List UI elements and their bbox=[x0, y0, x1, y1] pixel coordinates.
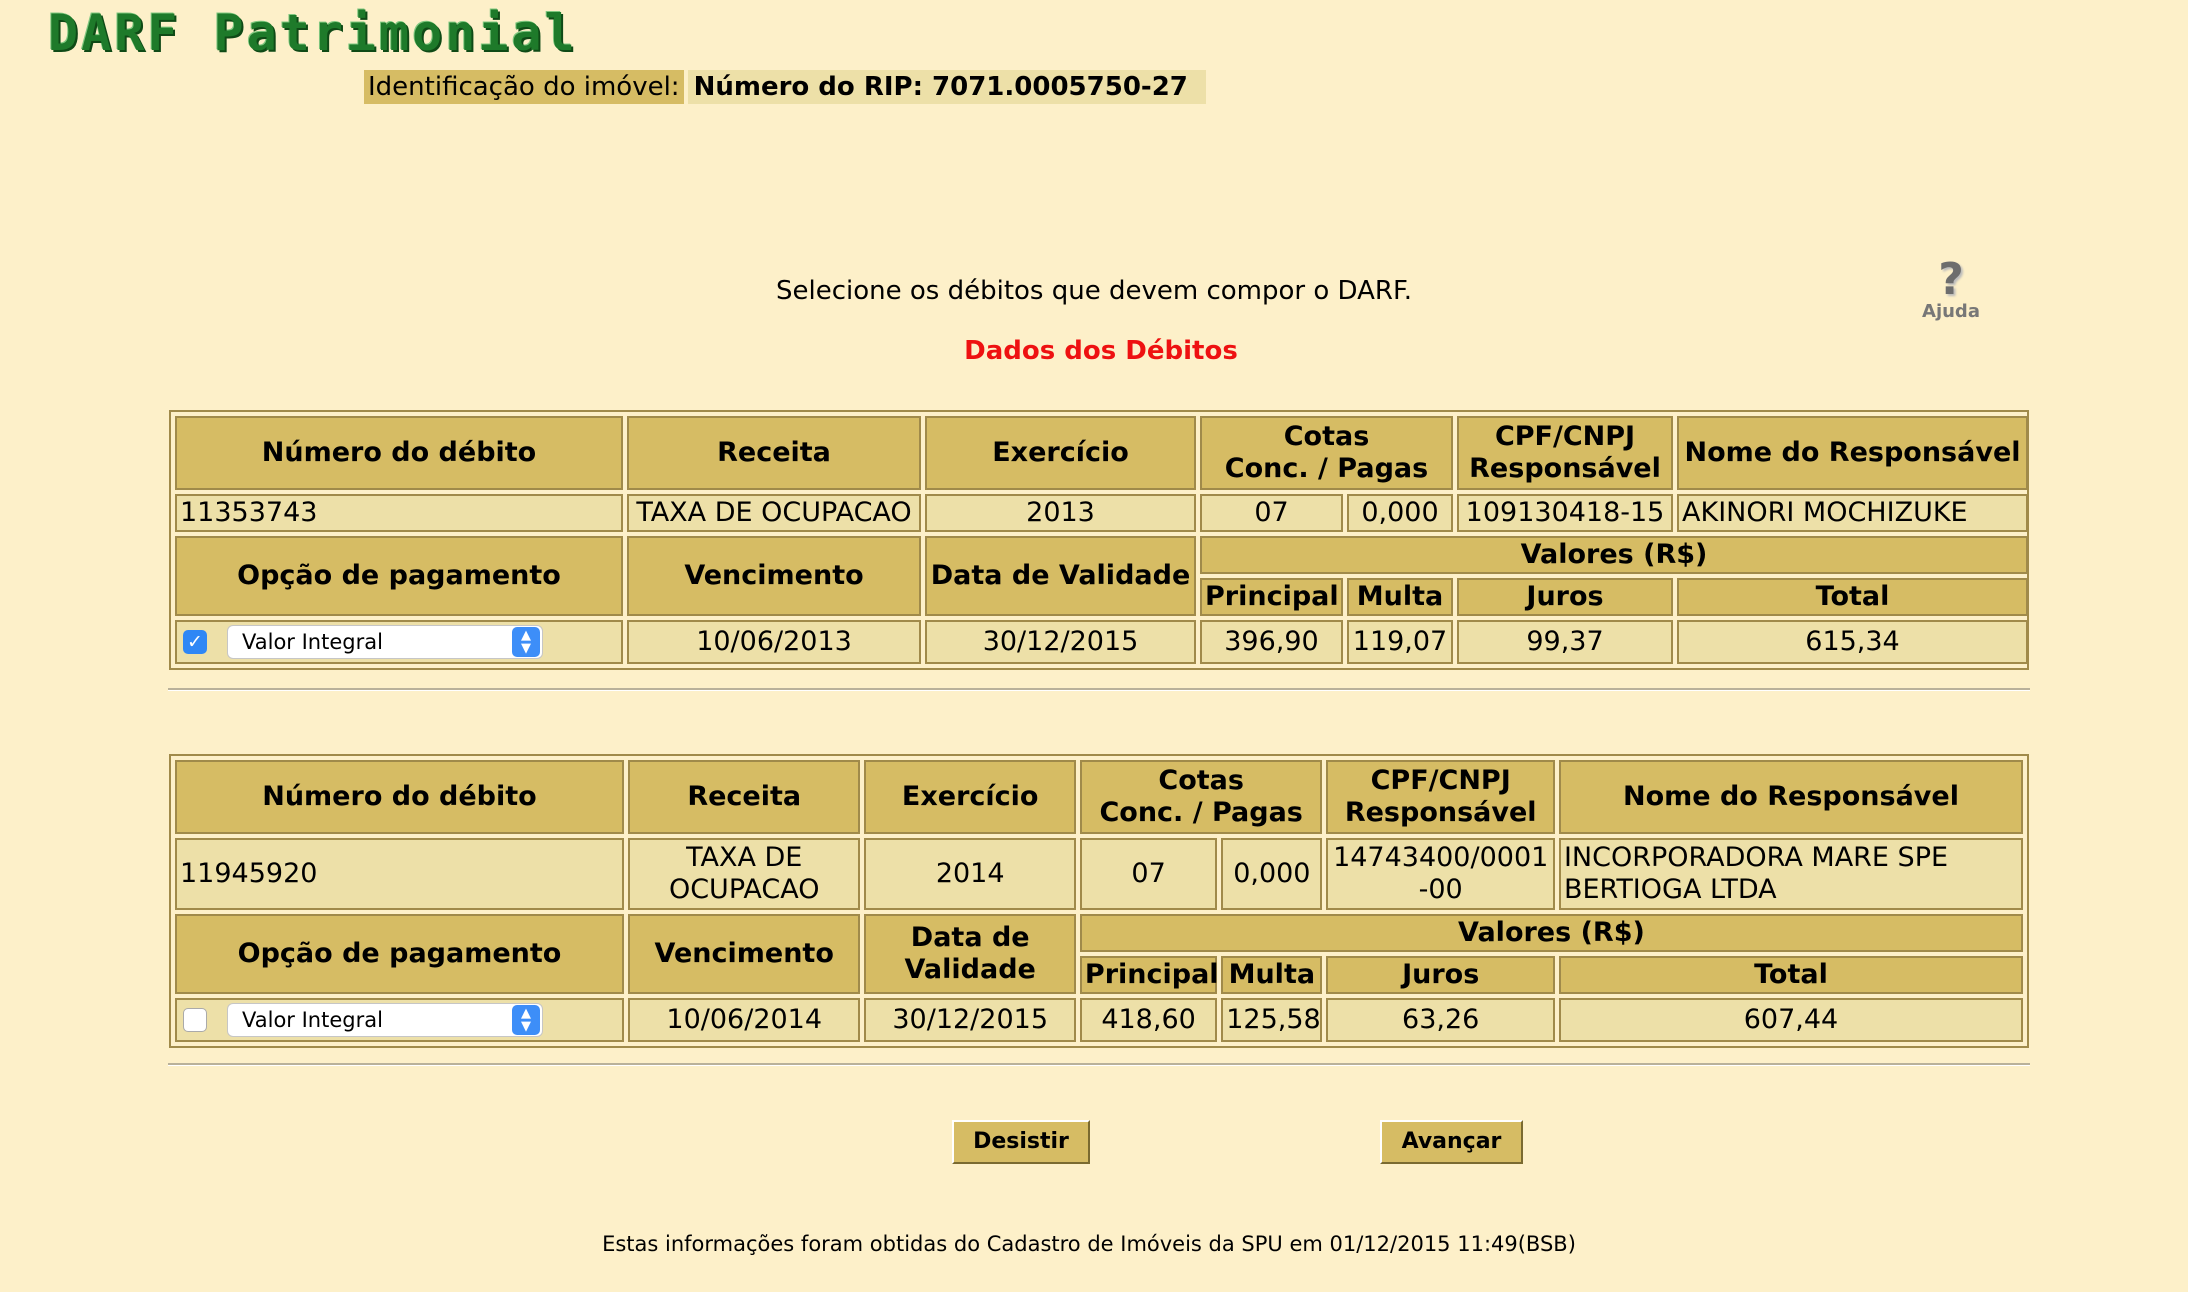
debt-numero: 11353743 bbox=[175, 494, 623, 532]
debt-juros: 63,26 bbox=[1326, 998, 1555, 1042]
header-total: Total bbox=[1677, 578, 2029, 616]
header-valores: Valores (R$) bbox=[1079, 914, 2023, 952]
instruction-text: Selecione os débitos que devem compor o … bbox=[776, 276, 1412, 306]
header-principal: Principal bbox=[1200, 578, 1343, 616]
payment-option-cell: Valor Integral ▲ ▼ bbox=[175, 998, 624, 1042]
debt-validade: 30/12/2015 bbox=[864, 998, 1076, 1042]
header-exercicio: Exercício bbox=[864, 760, 1076, 834]
payment-option-value: Valor Integral bbox=[242, 1008, 383, 1032]
header-numero: Número do débito bbox=[175, 760, 624, 834]
debt-nome: INCORPORADORA MARE SPE BERTIOGA LTDA bbox=[1558, 838, 2023, 910]
divider bbox=[168, 1063, 2030, 1066]
ident-label: Identificação do imóvel: bbox=[364, 70, 684, 104]
divider bbox=[168, 688, 2030, 691]
header-cpf: CPF/CNPJ Responsável bbox=[1457, 416, 1674, 490]
help-button[interactable]: ? Ajuda bbox=[1918, 258, 1984, 322]
debt-cotas-pagas: 0,000 bbox=[1221, 838, 1323, 910]
debt-multa: 125,58 bbox=[1221, 998, 1323, 1042]
debt-nome: AKINORI MOCHIZUKE bbox=[1677, 494, 2029, 532]
header-nome: Nome do Responsável bbox=[1558, 760, 2023, 834]
debt-vencimento: 10/06/2013 bbox=[627, 620, 921, 664]
debt-exercicio: 2014 bbox=[864, 838, 1076, 910]
payment-option-select[interactable]: Valor Integral ▲ ▼ bbox=[227, 625, 543, 659]
header-cotas: Cotas Conc. / Pagas bbox=[1200, 416, 1454, 490]
debt-receita: TAXA DE OCUPACAO bbox=[627, 838, 861, 910]
cancel-button[interactable]: Desistir bbox=[952, 1120, 1090, 1164]
header-numero: Número do débito bbox=[175, 416, 623, 490]
page: DARF Patrimonial Identificação do imóvel… bbox=[0, 0, 2188, 1292]
footer-note: Estas informações foram obtidas do Cadas… bbox=[602, 1232, 1576, 1256]
header-opcao: Opção de pagamento bbox=[175, 914, 624, 994]
debt-juros: 99,37 bbox=[1457, 620, 1674, 664]
header-nome: Nome do Responsável bbox=[1677, 416, 2029, 490]
debt-cotas-conc: 07 bbox=[1079, 838, 1218, 910]
debt-vencimento: 10/06/2014 bbox=[627, 998, 861, 1042]
header-exercicio: Exercício bbox=[925, 416, 1196, 490]
debt-principal: 396,90 bbox=[1200, 620, 1343, 664]
header-receita: Receita bbox=[627, 416, 921, 490]
debt-table-1: Número do débito Receita Exercício Cotas… bbox=[169, 410, 2029, 670]
property-identification: Identificação do imóvel: Número do RIP: … bbox=[364, 70, 1206, 104]
help-label: Ajuda bbox=[1922, 301, 1980, 322]
select-arrows-icon: ▲ ▼ bbox=[512, 1005, 540, 1035]
header-juros: Juros bbox=[1326, 956, 1555, 994]
header-multa: Multa bbox=[1221, 956, 1323, 994]
header-validade: Data de Validade bbox=[925, 536, 1196, 616]
question-mark-icon: ? bbox=[1938, 254, 1964, 305]
debt-principal: 418,60 bbox=[1079, 998, 1218, 1042]
debt-total: 615,34 bbox=[1677, 620, 2029, 664]
header-principal: Principal bbox=[1079, 956, 1219, 994]
debt-total: 607,44 bbox=[1558, 998, 2023, 1042]
header-validade: Data de Validade bbox=[864, 914, 1076, 994]
debt-cpf: 14743400/0001-00 bbox=[1326, 838, 1555, 910]
header-vencimento: Vencimento bbox=[627, 914, 861, 994]
debt-select-checkbox[interactable]: ✓ bbox=[183, 630, 207, 654]
header-receita: Receita bbox=[627, 760, 861, 834]
header-cotas: Cotas Conc. / Pagas bbox=[1079, 760, 1323, 834]
section-title: Dados dos Débitos bbox=[964, 336, 1238, 366]
header-valores: Valores (R$) bbox=[1200, 536, 2029, 574]
debt-multa: 119,07 bbox=[1347, 620, 1454, 664]
debt-cotas-conc: 07 bbox=[1200, 494, 1343, 532]
debt-select-checkbox[interactable] bbox=[183, 1008, 207, 1032]
debt-exercicio: 2013 bbox=[925, 494, 1196, 532]
payment-option-select[interactable]: Valor Integral ▲ ▼ bbox=[227, 1003, 543, 1037]
payment-option-value: Valor Integral bbox=[242, 630, 383, 654]
header-vencimento: Vencimento bbox=[627, 536, 921, 616]
debt-validade: 30/12/2015 bbox=[925, 620, 1196, 664]
debt-receita: TAXA DE OCUPACAO bbox=[627, 494, 921, 532]
ident-value: Número do RIP: 7071.0005750-27 bbox=[687, 70, 1206, 104]
header-total: Total bbox=[1558, 956, 2023, 994]
debt-numero: 11945920 bbox=[175, 838, 624, 910]
app-logo: DARF Patrimonial bbox=[48, 4, 578, 62]
header-opcao: Opção de pagamento bbox=[175, 536, 623, 616]
debt-cpf: 109130418-15 bbox=[1457, 494, 1674, 532]
payment-option-cell: ✓ Valor Integral ▲ ▼ bbox=[175, 620, 623, 664]
debt-table-2: Número do débito Receita Exercício Cotas… bbox=[169, 754, 2029, 1048]
header-cpf: CPF/CNPJ Responsável bbox=[1326, 760, 1555, 834]
next-button[interactable]: Avançar bbox=[1380, 1120, 1523, 1164]
select-arrows-icon: ▲ ▼ bbox=[512, 627, 540, 657]
debt-cotas-pagas: 0,000 bbox=[1347, 494, 1454, 532]
header-juros: Juros bbox=[1457, 578, 1674, 616]
header-multa: Multa bbox=[1347, 578, 1454, 616]
